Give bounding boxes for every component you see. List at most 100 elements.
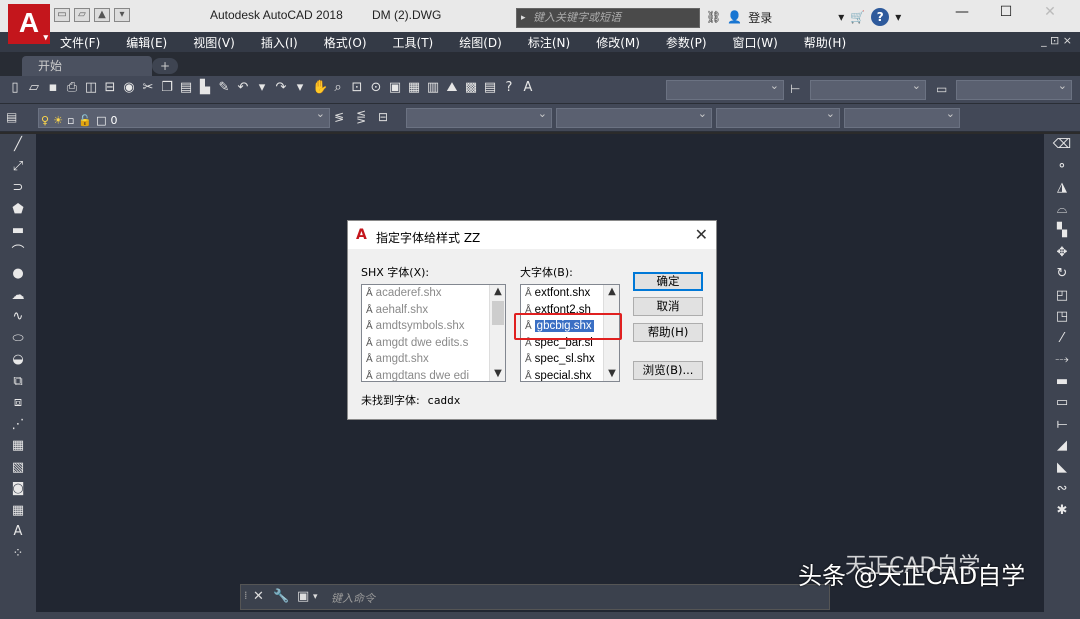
linetype-control-select[interactable] (556, 107, 712, 128)
zoom-realtime-icon[interactable]: ⌕ (331, 80, 345, 96)
menu-parametric[interactable]: 参数(P) (666, 34, 707, 51)
spline-icon[interactable]: ∿ (0, 306, 36, 328)
polyline-icon[interactable]: ⊃ (0, 177, 36, 199)
undo-dropdown-icon[interactable]: ▾ (255, 80, 269, 96)
new-icon[interactable]: ▯ (8, 80, 22, 96)
sheet-set-icon[interactable]: ⛰ (445, 80, 459, 96)
close-window-button[interactable]: ✕ (1028, 4, 1072, 20)
markup-icon[interactable]: ▩ (464, 80, 478, 96)
offset-icon[interactable]: ⌓ (1044, 199, 1080, 221)
brush-icon[interactable]: ✎ (217, 80, 231, 96)
copy-icon[interactable]: ❐ (160, 80, 174, 96)
search-expand-icon[interactable]: ▸ (521, 9, 526, 27)
scroll-up-icon[interactable]: ▲ (604, 285, 619, 299)
arc-icon[interactable]: ⌒ (0, 242, 36, 264)
dialog-close-button[interactable]: ✕ (695, 225, 708, 244)
customize-icon[interactable]: 🔧 (273, 589, 289, 604)
application-menu-button[interactable]: A ▾ (8, 4, 50, 44)
login-dropdown-icon[interactable]: ▾ (838, 10, 844, 24)
zoom-previous-icon[interactable]: ⊙ (369, 80, 383, 96)
text-style-select[interactable] (666, 79, 784, 100)
search-input[interactable]: ▸ 键入关键字或短语 (516, 8, 700, 28)
array-icon[interactable]: ▚ (1044, 220, 1080, 242)
scroll-up-icon[interactable]: ▲ (490, 285, 505, 299)
multiline-text-icon[interactable]: A (0, 521, 36, 543)
move-icon[interactable]: ✥ (1044, 242, 1080, 264)
list-item[interactable]: Åaehalf.shx (362, 302, 505, 319)
help-button[interactable]: 帮助(H) (633, 323, 703, 342)
text-style-icon[interactable]: A (521, 80, 535, 96)
open-file-icon[interactable]: ▱ (74, 8, 90, 22)
list-item[interactable]: Åacaderef.shx (362, 285, 505, 302)
fillet-icon[interactable]: ◣ (1044, 457, 1080, 479)
chamfer-icon[interactable]: ◢ (1044, 435, 1080, 457)
binoculars-icon[interactable]: ⛓ (706, 10, 721, 24)
layer-state-icon[interactable]: ⊟ (378, 110, 388, 124)
add-selected-icon[interactable]: ⁘ (0, 543, 36, 565)
menu-edit[interactable]: 编辑(E) (126, 34, 167, 51)
help-dropdown-icon[interactable]: ▾ (895, 10, 901, 24)
menu-dimension[interactable]: 标注(N) (528, 34, 570, 51)
zoom-window-icon[interactable]: ⊡ (350, 80, 364, 96)
rectangle-icon[interactable]: ▬ (0, 220, 36, 242)
cancel-button[interactable]: 取消 (633, 297, 703, 316)
table-style-select[interactable] (956, 79, 1072, 100)
properties-icon[interactable]: ▣ (388, 80, 402, 96)
pan-icon[interactable]: ✋ (312, 80, 328, 96)
dimension-style-select[interactable] (810, 79, 926, 100)
gradient-icon[interactable]: ▧ (0, 457, 36, 479)
menu-draw[interactable]: 绘图(D) (459, 34, 502, 51)
copy-object-icon[interactable]: ⚬ (1044, 156, 1080, 178)
menu-window[interactable]: 窗口(W) (733, 34, 778, 51)
cut-icon[interactable]: ✂ (141, 80, 155, 96)
command-grip[interactable]: ⁞ (244, 589, 248, 602)
layer-select[interactable]: ♀ ☀ ▫ 🔓 □ 0 (38, 107, 330, 128)
mirror-icon[interactable]: ◮ (1044, 177, 1080, 199)
join-icon[interactable]: ⟝ (1044, 414, 1080, 436)
shx-font-list[interactable]: Åacaderef.shx Åaehalf.shx Åamdtsymbols.s… (361, 284, 506, 382)
circle-icon[interactable]: ● (0, 263, 36, 285)
ellipse-icon[interactable]: ⬭ (0, 328, 36, 350)
explode-icon[interactable]: ✱ (1044, 500, 1080, 522)
maximize-button[interactable]: ☐ (984, 4, 1028, 20)
list-item[interactable]: Åamgdt dwe edits.s (362, 335, 505, 352)
web-icon[interactable]: ◉ (122, 80, 136, 96)
make-block-icon[interactable]: ⧈ (0, 392, 36, 414)
redo-icon[interactable]: ↷ (274, 80, 288, 96)
undo-icon[interactable]: ↶ (236, 80, 250, 96)
blend-icon[interactable]: ∾ (1044, 478, 1080, 500)
menu-view[interactable]: 视图(V) (193, 34, 235, 51)
insert-block-icon[interactable]: ⧉ (0, 371, 36, 393)
new-file-icon[interactable]: ▭ (54, 8, 70, 22)
break-icon[interactable]: ▭ (1044, 392, 1080, 414)
list-item[interactable]: Åamgdtans dwe edi (362, 368, 505, 382)
paste-icon[interactable]: ▤ (179, 80, 193, 96)
line-icon[interactable]: ╱ (0, 134, 36, 156)
layer-previous-icon[interactable]: ⋚ (356, 110, 366, 124)
region-icon[interactable]: ◙ (0, 478, 36, 500)
make-current-icon[interactable]: ≶ (334, 110, 344, 124)
scale-icon[interactable]: ◰ (1044, 285, 1080, 307)
cart-icon[interactable]: 🛒 (850, 10, 865, 24)
ok-button[interactable]: 确定 (633, 272, 703, 291)
menu-insert[interactable]: 插入(I) (261, 34, 298, 51)
new-tab-button[interactable]: + (152, 58, 178, 74)
lineweight-control-select[interactable] (716, 107, 840, 128)
user-icon[interactable]: 👤 (727, 10, 742, 24)
save-icon[interactable]: ▲ (94, 8, 110, 22)
command-input[interactable]: 键入命令 (331, 590, 375, 606)
help-icon[interactable]: ? (502, 80, 516, 96)
preview-icon[interactable]: ◫ (84, 80, 98, 96)
table-icon[interactable]: ▦ (0, 500, 36, 522)
calculator-icon[interactable]: ▤ (483, 80, 497, 96)
close-command-icon[interactable]: ✕ (253, 589, 264, 604)
shx-list-scrollbar[interactable]: ▲ ▼ (489, 285, 505, 381)
list-item[interactable]: Åamdtsymbols.shx (362, 318, 505, 335)
command-history-icon[interactable]: ▣ (297, 589, 309, 604)
hatch-icon[interactable]: ▦ (0, 435, 36, 457)
scroll-thumb[interactable] (492, 301, 504, 325)
ellipse-arc-icon[interactable]: ◒ (0, 349, 36, 371)
menu-help[interactable]: 帮助(H) (804, 34, 846, 51)
menu-format[interactable]: 格式(O) (324, 34, 367, 51)
trim-icon[interactable]: ⁄ (1044, 328, 1080, 350)
